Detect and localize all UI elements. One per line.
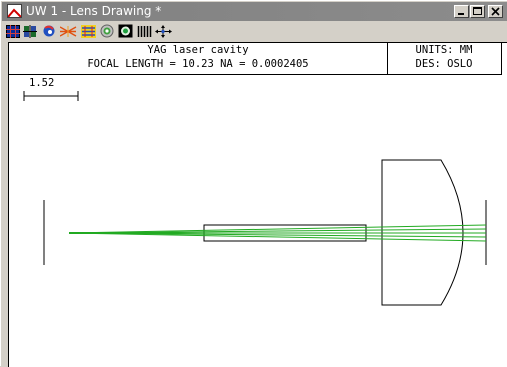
title-bar[interactable]: UW 1 - Lens Drawing * [2,2,507,21]
maximize-button[interactable] [470,5,485,18]
oslo-app-icon[interactable] [7,4,22,18]
lens-drawing-canvas[interactable]: YAG laser cavity FOCAL LENGTH = 10.23 NA… [8,42,507,367]
window-title: UW 1 - Lens Drawing * [26,4,162,18]
aperture-icon[interactable] [98,23,115,39]
image-view-icon[interactable] [117,23,134,39]
spot-diagram-icon[interactable] [80,23,97,39]
toolbar [2,21,507,41]
lens-layout-svg [43,159,487,306]
minimize-button[interactable] [454,5,469,18]
close-button[interactable] [488,5,503,18]
move-arrows-icon[interactable] [155,23,172,39]
lens-array-icon[interactable] [22,23,39,39]
rotate-view-icon[interactable] [41,23,58,39]
grid-layout-icon[interactable] [4,23,21,39]
ray-fan-icon[interactable] [60,23,77,39]
lens-drawing-window: UW 1 - Lens Drawing * YAG laser cavity F… [0,0,507,367]
bars-icon[interactable] [136,23,153,39]
ray-bundle [68,224,487,242]
